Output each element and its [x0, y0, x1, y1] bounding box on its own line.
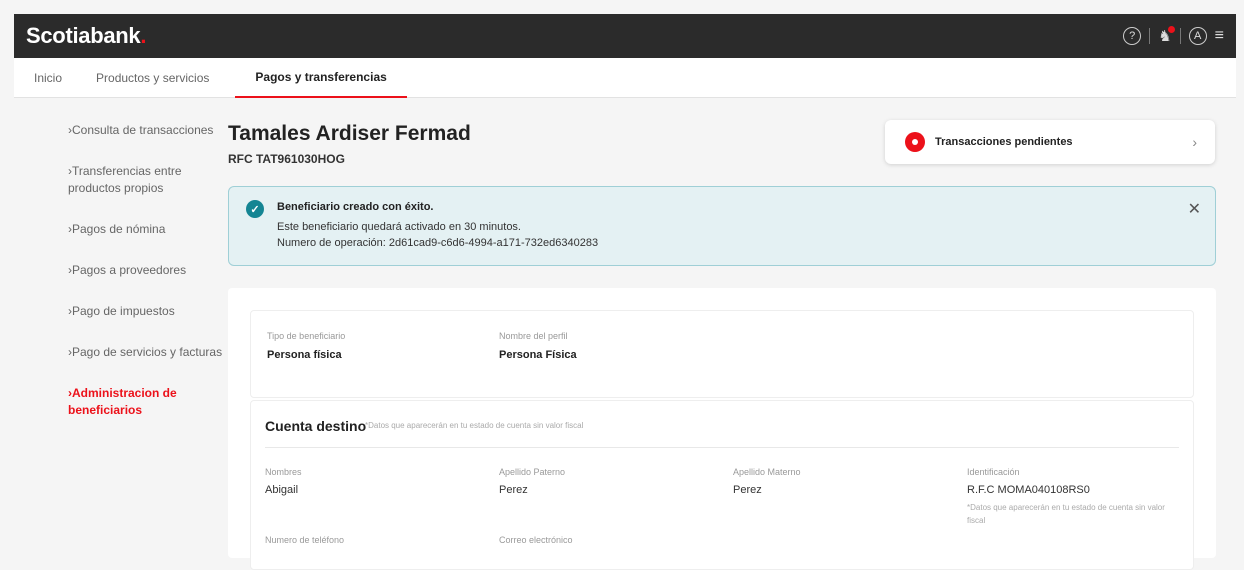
- first-name-label: Nombres: [265, 467, 302, 477]
- beneficiary-details-panel: Tipo de beneficiario Persona física Nomb…: [228, 288, 1216, 570]
- top-icons: ? ♞ A ≡: [1123, 26, 1224, 45]
- alert-dot-icon: [905, 132, 925, 152]
- identification-value: R.F.C MOMA040108RS0: [967, 484, 1090, 496]
- sidebar-item-pagos-nomina[interactable]: ›Pagos de nómina: [68, 221, 228, 238]
- profile-name-value: Persona Física: [499, 349, 577, 361]
- profile-name-label: Nombre del perfil: [499, 331, 568, 341]
- sidebar-item-consulta[interactable]: ›Consulta de transacciones: [68, 122, 228, 139]
- scotiabank-logo[interactable]: Scotiabank.: [26, 23, 146, 49]
- divider: [1149, 28, 1151, 44]
- logo-text: Scotiabank: [26, 23, 141, 48]
- destination-account-heading: Cuenta destino: [265, 418, 367, 434]
- divider: [265, 447, 1179, 448]
- nav-inicio[interactable]: Inicio: [14, 58, 82, 98]
- sidebar-item-transferencias-propios[interactable]: ›Transferencias entre productos propios: [68, 163, 228, 197]
- beneficiary-type-label: Tipo de beneficiario: [267, 331, 346, 341]
- phone-label: Numero de teléfono: [265, 535, 345, 545]
- sidebar: ›Consulta de transacciones ›Transferenci…: [68, 122, 228, 443]
- check-circle-icon: ✓: [246, 200, 264, 218]
- alert-message: Este beneficiario quedará activado en 30…: [277, 221, 521, 233]
- paternal-surname-value: Perez: [499, 484, 528, 496]
- sidebar-item-pago-impuestos[interactable]: ›Pago de impuestos: [68, 303, 228, 320]
- menu-icon[interactable]: ≡: [1215, 27, 1224, 45]
- paternal-surname-label: Apellido Paterno: [499, 467, 566, 477]
- top-bar: Scotiabank. ? ♞ A ≡: [14, 14, 1236, 58]
- pending-transactions-label: Transacciones pendientes: [935, 136, 1073, 148]
- divider: [1179, 28, 1181, 44]
- main-nav: Inicio Productos y servicios Pagos y tra…: [14, 58, 1236, 98]
- help-icon[interactable]: ?: [1123, 27, 1142, 45]
- chevron-right-icon: ›: [1192, 134, 1197, 150]
- sidebar-item-pago-servicios[interactable]: ›Pago de servicios y facturas: [68, 344, 228, 361]
- beneficiary-type-section: Tipo de beneficiario Persona física Nomb…: [250, 310, 1194, 398]
- avatar[interactable]: A: [1188, 27, 1207, 45]
- operation-number: Numero de operación: 2d61cad9-c6d6-4994-…: [277, 237, 599, 249]
- pending-transactions-card[interactable]: Transacciones pendientes ›: [885, 120, 1215, 164]
- nav-productos-servicios[interactable]: Productos y servicios: [82, 58, 229, 98]
- destination-account-section: Cuenta destino *Datos que aparecerán en …: [250, 400, 1194, 570]
- alert-title: Beneficiario creado con éxito.: [277, 201, 434, 213]
- sidebar-item-pagos-proveedores[interactable]: ›Pagos a proveedores: [68, 262, 228, 279]
- notification-badge: [1167, 26, 1175, 33]
- first-name-value: Abigail: [265, 484, 299, 496]
- sidebar-item-beneficiarios[interactable]: ›Administracion de beneficiarios: [68, 385, 228, 419]
- maternal-surname-value: Perez: [733, 484, 762, 496]
- identification-label: Identificación: [967, 467, 1020, 477]
- logo-dot: .: [140, 23, 147, 48]
- destination-account-note: *Datos que aparecerán en tu estado de cu…: [365, 421, 584, 430]
- nav-pagos-transferencias[interactable]: Pagos y transferencias: [235, 58, 407, 98]
- page-title: Tamales Ardiser Fermad: [228, 122, 471, 145]
- beneficiary-type-value: Persona física: [267, 349, 342, 361]
- company-rfc: RFC TAT961030HOG: [228, 152, 345, 166]
- notifications-icon[interactable]: ♞: [1158, 26, 1175, 45]
- email-label: Correo electrónico: [499, 535, 573, 545]
- success-alert: ✓ Beneficiario creado con éxito. Este be…: [228, 186, 1216, 266]
- maternal-surname-label: Apellido Materno: [733, 467, 801, 477]
- close-icon[interactable]: ✕: [1188, 199, 1201, 219]
- identification-note: *Datos que aparecerán en tu estado de cu…: [967, 503, 1165, 525]
